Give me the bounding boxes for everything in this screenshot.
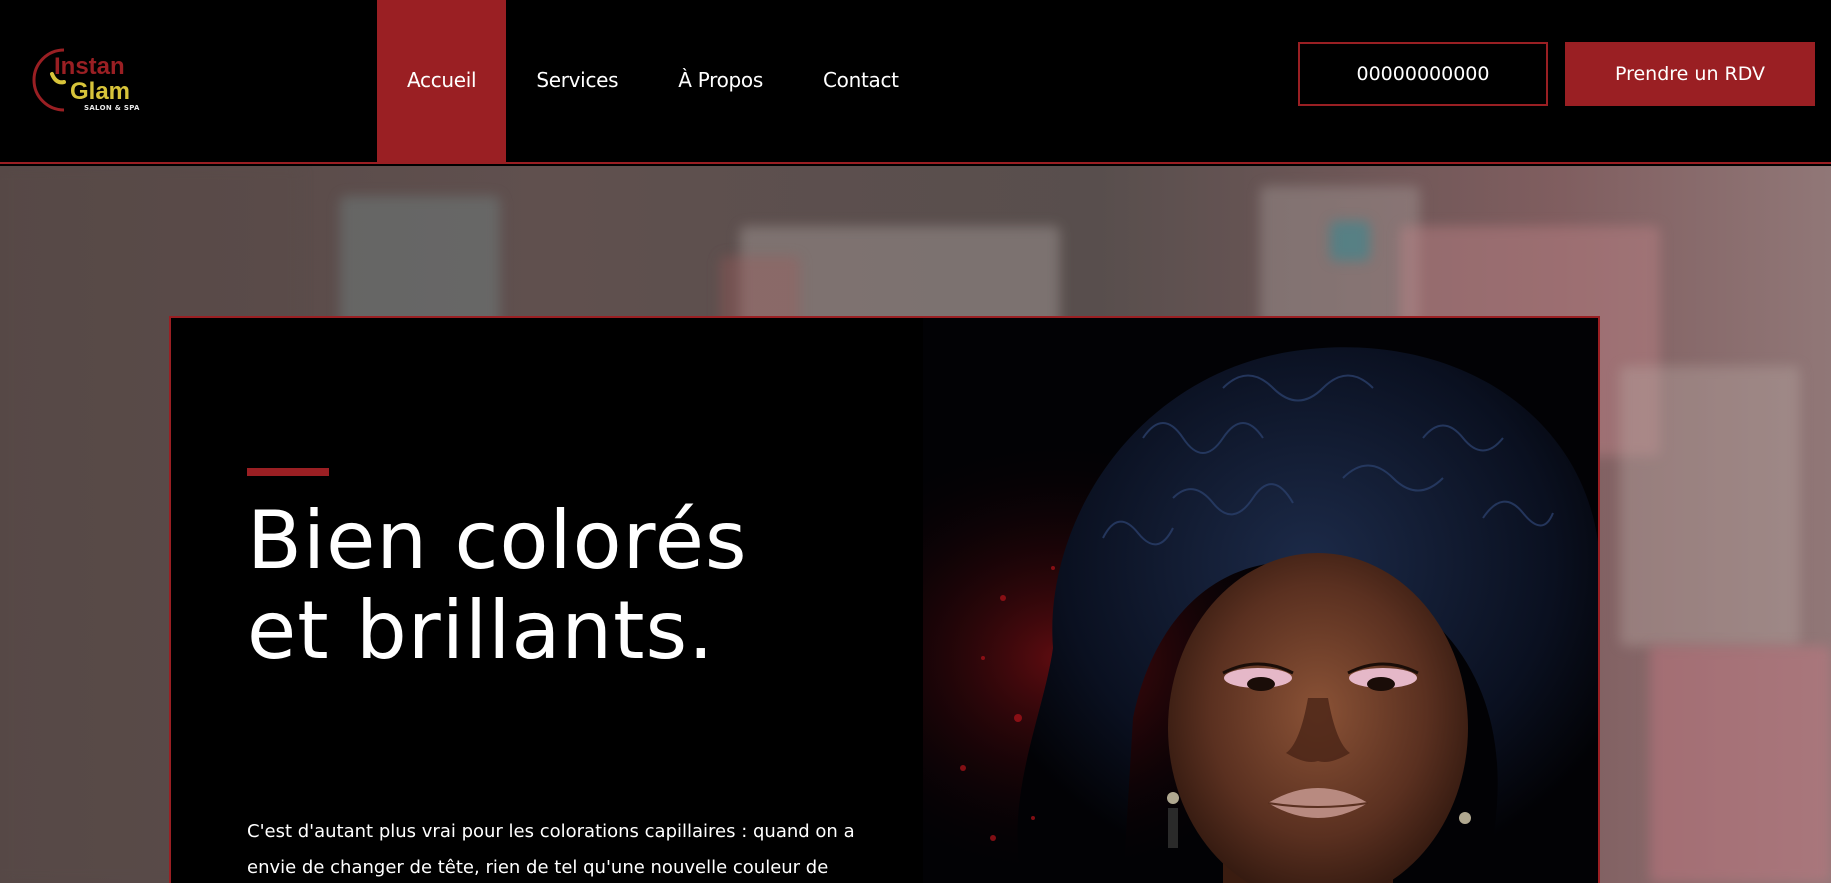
nav-item-accueil[interactable]: Accueil xyxy=(377,0,507,162)
model-portrait-image xyxy=(923,318,1598,883)
brand-logo[interactable]: Instan Glam SALON & SPA xyxy=(26,44,146,124)
book-appointment-button[interactable]: Prendre un RDV xyxy=(1565,42,1815,106)
phone-button[interactable]: 00000000000 xyxy=(1298,42,1548,106)
hero-description: C'est d'autant plus vrai pour les colora… xyxy=(247,821,855,878)
accent-divider xyxy=(247,468,329,476)
hero-title: Bien colorés et brillants. xyxy=(247,496,748,676)
nav-label: Services xyxy=(536,68,619,92)
hero-title-line-1: Bien colorés xyxy=(247,494,748,587)
portrait-illustration xyxy=(923,318,1598,883)
nav-item-a-propos[interactable]: À Propos xyxy=(648,0,793,162)
nav-label: À Propos xyxy=(678,68,763,92)
nav-item-services[interactable]: Services xyxy=(506,0,648,162)
nav-item-contact[interactable]: Contact xyxy=(793,0,929,162)
hero-title-line-2: et brillants. xyxy=(247,584,715,677)
logo-tagline: SALON & SPA xyxy=(84,104,140,112)
hero-card: Bien colorés et brillants. C'est d'autan… xyxy=(169,316,1600,883)
site-header: Instan Glam SALON & SPA Accueil Services… xyxy=(0,0,1831,164)
svg-text:Glam: Glam xyxy=(70,78,130,105)
main-nav: Accueil Services À Propos Contact xyxy=(377,0,929,162)
nav-label: Contact xyxy=(823,68,899,92)
nav-label: Accueil xyxy=(407,68,477,92)
svg-text:Instan: Instan xyxy=(54,53,125,80)
logo-mark-icon: Instan Glam xyxy=(32,48,130,112)
